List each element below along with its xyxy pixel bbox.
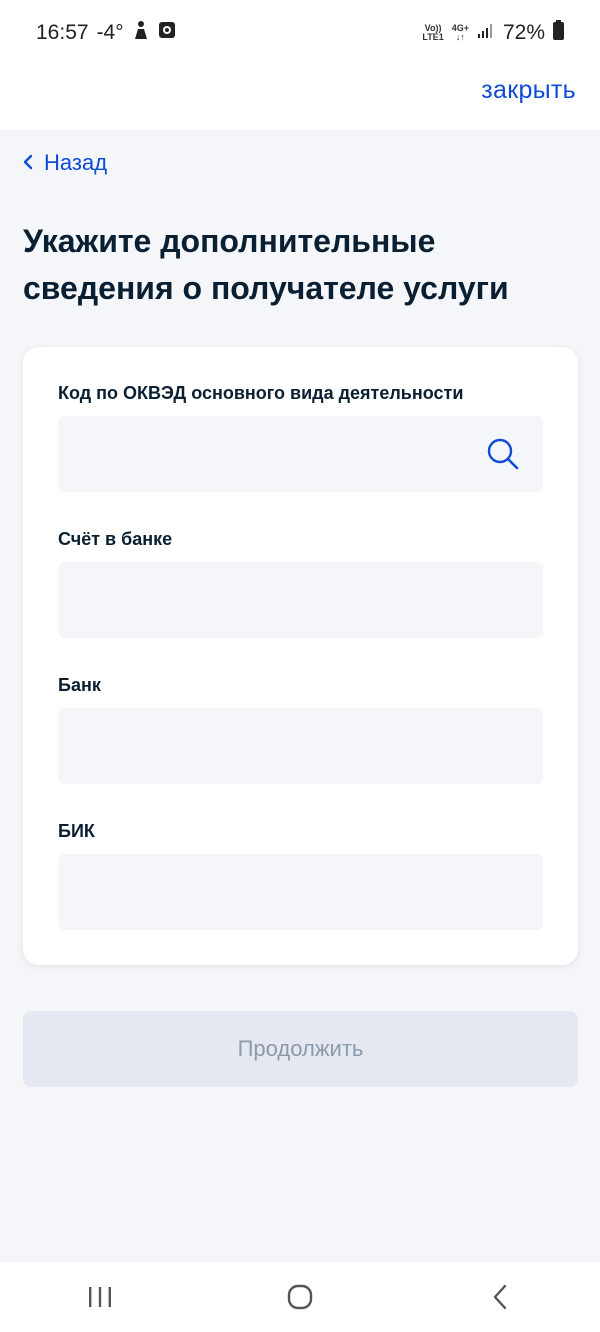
clock: 16:57 bbox=[36, 21, 89, 44]
okved-label: Код по ОКВЭД основного вида деятельности bbox=[58, 383, 464, 403]
continue-button[interactable]: Продолжить bbox=[23, 1011, 578, 1087]
bank-label: Банк bbox=[58, 675, 101, 695]
status-right: Vo)) LTE1 4G+ ↓↑ 72% bbox=[422, 20, 564, 46]
notification-person-icon bbox=[132, 20, 150, 46]
page-title: Укажите дополнительные сведения о получа… bbox=[23, 223, 509, 306]
account-label: Счёт в банке bbox=[58, 529, 173, 549]
system-nav-bar bbox=[0, 1262, 600, 1332]
bik-label: БИК bbox=[58, 821, 95, 841]
volte-indicator: Vo)) LTE1 bbox=[422, 23, 444, 42]
home-icon[interactable] bbox=[270, 1267, 330, 1327]
account-input[interactable] bbox=[58, 562, 543, 638]
top-bar: закрыть bbox=[0, 66, 600, 130]
network-type-indicator: 4G+ ↓↑ bbox=[451, 23, 469, 42]
okved-input[interactable] bbox=[58, 416, 543, 492]
status-left: 16:57 -4° bbox=[36, 20, 176, 46]
chevron-left-icon bbox=[22, 150, 34, 176]
bank-input[interactable] bbox=[58, 708, 543, 784]
search-icon[interactable] bbox=[485, 436, 521, 472]
battery-icon bbox=[553, 20, 564, 46]
signal-icon bbox=[477, 21, 495, 45]
close-link[interactable]: закрыть bbox=[481, 76, 576, 105]
back-icon[interactable] bbox=[470, 1267, 530, 1327]
form-card: Код по ОКВЭД основного вида деятельности… bbox=[23, 347, 578, 965]
back-link-label: Назад bbox=[44, 150, 108, 175]
notification-app-icon bbox=[158, 21, 176, 45]
back-link[interactable]: Назад bbox=[22, 150, 107, 176]
bik-input[interactable] bbox=[58, 854, 543, 930]
temperature: -4° bbox=[96, 21, 124, 44]
status-bar: 16:57 -4° Vo)) LTE1 4G+ ↓↑ 72% bbox=[0, 0, 600, 66]
battery-percent: 72% bbox=[502, 21, 545, 44]
recents-icon[interactable] bbox=[70, 1267, 130, 1327]
